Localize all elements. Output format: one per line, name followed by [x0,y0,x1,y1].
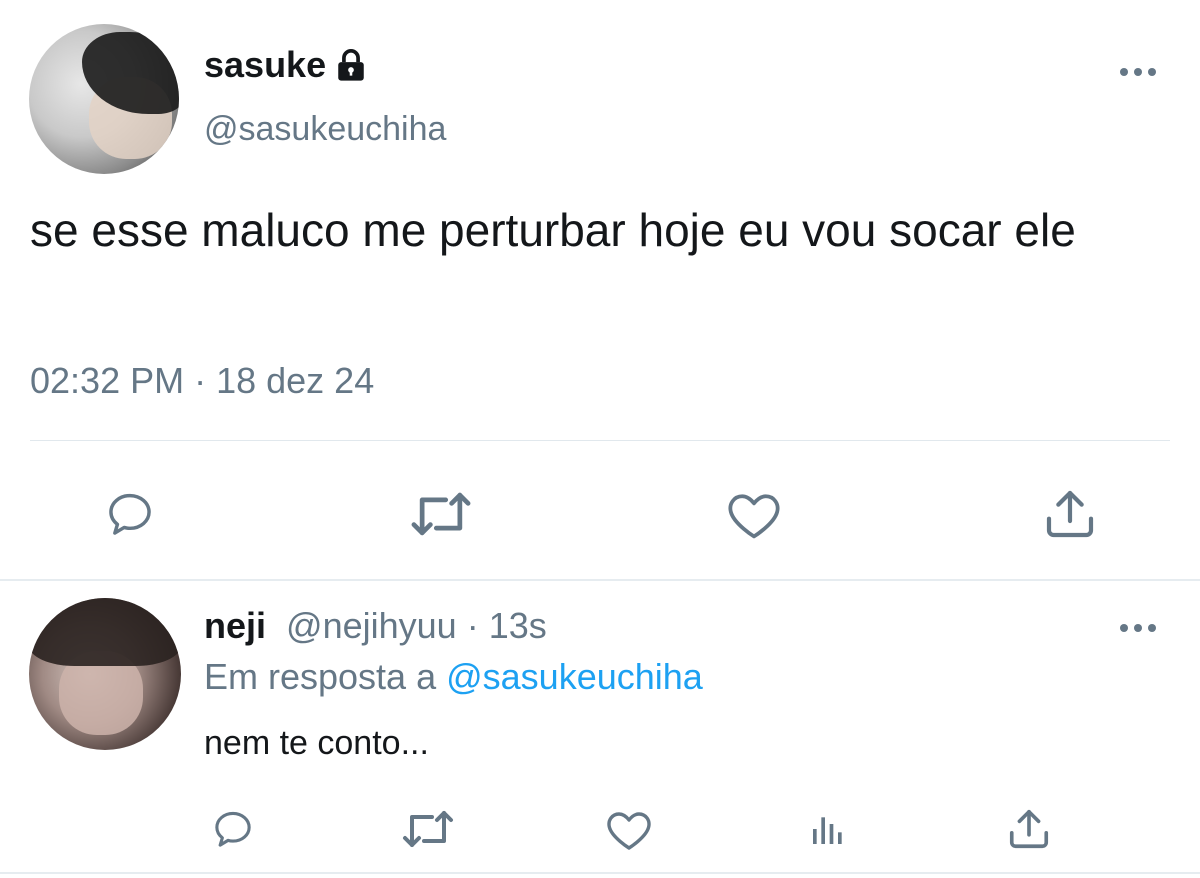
relative-time[interactable]: 13s [489,605,547,646]
reply-header: neji @nejihyuu · 13s [204,605,547,647]
retweet-icon [411,492,471,536]
section-divider [0,872,1200,874]
more-icon[interactable] [1118,620,1158,636]
divider [30,440,1170,441]
display-name[interactable]: sasuke [204,44,368,86]
handle[interactable]: @sasukeuchiha [204,110,446,149]
analytics-button[interactable] [806,808,850,850]
share-button[interactable] [1004,804,1054,854]
like-icon [728,494,780,539]
dot-separator: · [456,605,489,646]
like-button[interactable] [604,806,654,852]
reply-button[interactable] [208,806,258,852]
analytics-icon [813,817,842,844]
replying-to-label: Em resposta a [204,656,447,697]
main-tweet: sasuke @sasukeuchiha se esse maluco me p… [0,0,1200,580]
reply-icon [109,493,151,535]
share-icon [1009,809,1049,849]
retweet-button[interactable] [398,806,458,852]
share-icon [1046,490,1094,538]
retweet-icon [403,811,453,847]
reply-button[interactable] [100,486,160,542]
handle[interactable]: @nejihyuu [286,605,457,646]
like-icon [607,812,651,850]
section-divider [0,579,1200,581]
share-button[interactable] [1040,484,1100,544]
lock-icon [338,49,364,81]
display-name[interactable]: neji [204,605,266,646]
timestamp[interactable]: 02:32 PM · 18 dez 24 [30,360,374,402]
display-name-text[interactable]: sasuke [204,44,326,86]
tweet-text: se esse maluco me perturbar hoje eu vou … [30,204,1076,256]
like-button[interactable] [724,486,784,542]
tweet-text: nem te conto... [204,724,429,762]
reply-icon [215,811,251,847]
more-icon[interactable] [1118,64,1158,80]
replying-to: Em resposta a @sasukeuchiha [204,656,703,698]
avatar[interactable] [29,598,181,750]
retweet-button[interactable] [406,486,476,542]
mention-link[interactable]: @sasukeuchiha [446,656,703,697]
avatar[interactable] [29,24,179,174]
